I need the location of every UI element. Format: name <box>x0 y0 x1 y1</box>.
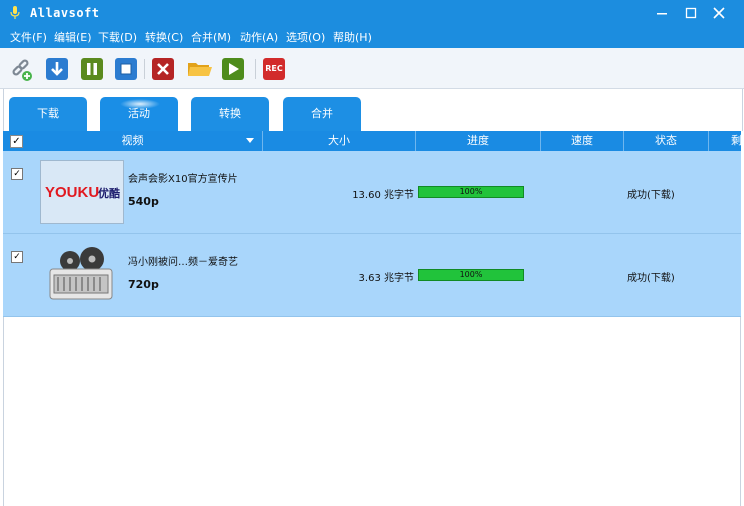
delete-x-icon <box>157 63 169 75</box>
logo-text: YOUKU <box>45 184 99 201</box>
play-button[interactable] <box>222 58 244 80</box>
menu-file[interactable]: 文件(F) <box>10 29 47 45</box>
download-arrow-icon <box>51 62 63 76</box>
video-title: 会声会影X10官方宣传片 <box>128 174 238 185</box>
menu-edit[interactable]: 编辑(E) <box>54 29 92 45</box>
film-reel-icon <box>49 247 113 300</box>
open-folder-button[interactable] <box>187 58 212 80</box>
record-label: REC <box>265 64 283 73</box>
list-border-left <box>3 317 4 506</box>
table-row[interactable]: ✓ 冯小刚被问…频－爱奇艺 720p 3.63 兆字节 100% 成功(下载) <box>3 234 741 317</box>
menu-download[interactable]: 下载(D) <box>98 29 137 45</box>
menu-merge[interactable]: 合并(M) <box>191 29 231 45</box>
menu-action[interactable]: 动作(A) <box>240 29 278 45</box>
column-remaining[interactable]: 剩 <box>709 131 742 151</box>
list-border-right <box>740 317 741 506</box>
play-icon <box>229 63 239 75</box>
menu-bar: 文件(F) 编辑(E) 下载(D) 转换(C) 合并(M) 动作(A) 选项(O… <box>0 26 744 48</box>
column-size[interactable]: 大小 <box>263 131 416 151</box>
video-thumbnail <box>40 243 122 305</box>
toolbar-separator <box>255 59 256 79</box>
column-speed[interactable]: 速度 <box>541 131 624 151</box>
status-text: 成功(下载) <box>627 190 675 201</box>
close-button[interactable] <box>708 3 730 23</box>
download-button[interactable] <box>46 58 68 80</box>
minimize-icon <box>657 13 667 15</box>
maximize-icon <box>685 7 697 19</box>
close-icon <box>713 7 725 19</box>
tab-active[interactable]: 活动 <box>100 97 178 131</box>
microphone-icon <box>10 6 20 19</box>
column-header: ✓ 视频 大小 进度 速度 状态 剩 <box>3 131 742 151</box>
pause-button[interactable] <box>81 58 103 80</box>
youku-logo: YOUKU 优酷 <box>45 184 120 201</box>
progress-bar: 100% <box>418 269 524 281</box>
menu-options[interactable]: 选项(O) <box>286 29 325 45</box>
pause-icon <box>87 63 97 75</box>
column-video-label: 视频 <box>121 134 144 147</box>
column-progress[interactable]: 进度 <box>416 131 541 151</box>
tab-bar: 下载 活动 转换 合并 <box>3 89 743 131</box>
tab-merge[interactable]: 合并 <box>283 97 361 131</box>
table-row[interactable]: ✓ YOUKU 优酷 会声会影X10官方宣传片 540p 13.60 兆字节 1… <box>3 151 741 234</box>
window-title: Allavsoft <box>30 6 100 20</box>
row-checkbox[interactable]: ✓ <box>11 251 23 263</box>
main-window: Allavsoft 文件(F) 编辑(E) 下载(D) 转换(C) 合并(M) … <box>0 0 744 506</box>
status-text: 成功(下载) <box>627 273 675 284</box>
minimize-button[interactable] <box>651 3 673 23</box>
sort-down-icon <box>246 138 254 143</box>
stop-icon <box>120 63 132 75</box>
video-resolution: 540p <box>128 195 159 208</box>
row-checkbox[interactable]: ✓ <box>11 168 23 180</box>
column-status[interactable]: 状态 <box>624 131 709 151</box>
delete-button[interactable] <box>152 58 174 80</box>
tab-convert[interactable]: 转换 <box>191 97 269 131</box>
toolbar-separator <box>144 59 145 79</box>
link-add-icon <box>12 59 32 81</box>
video-resolution: 720p <box>128 278 159 291</box>
column-video[interactable]: 视频 <box>3 131 263 151</box>
title-bar: Allavsoft <box>0 0 744 26</box>
record-button[interactable]: REC <box>263 58 285 80</box>
menu-convert[interactable]: 转换(C) <box>145 29 183 45</box>
video-thumbnail: YOUKU 优酷 <box>40 160 124 224</box>
menu-help[interactable]: 帮助(H) <box>333 29 372 45</box>
folder-icon <box>188 63 212 76</box>
logo-text-cn: 优酷 <box>98 186 120 200</box>
progress-bar: 100% <box>418 186 524 198</box>
video-title: 冯小刚被问…频－爱奇艺 <box>128 257 238 268</box>
tab-download[interactable]: 下载 <box>9 97 87 131</box>
maximize-button[interactable] <box>680 3 702 23</box>
add-url-button[interactable] <box>10 58 32 81</box>
stop-button[interactable] <box>115 58 137 80</box>
video-size: 3.63 兆字节 <box>358 273 414 284</box>
toolbar: REC <box>0 48 744 89</box>
video-size: 13.60 兆字节 <box>352 190 414 201</box>
